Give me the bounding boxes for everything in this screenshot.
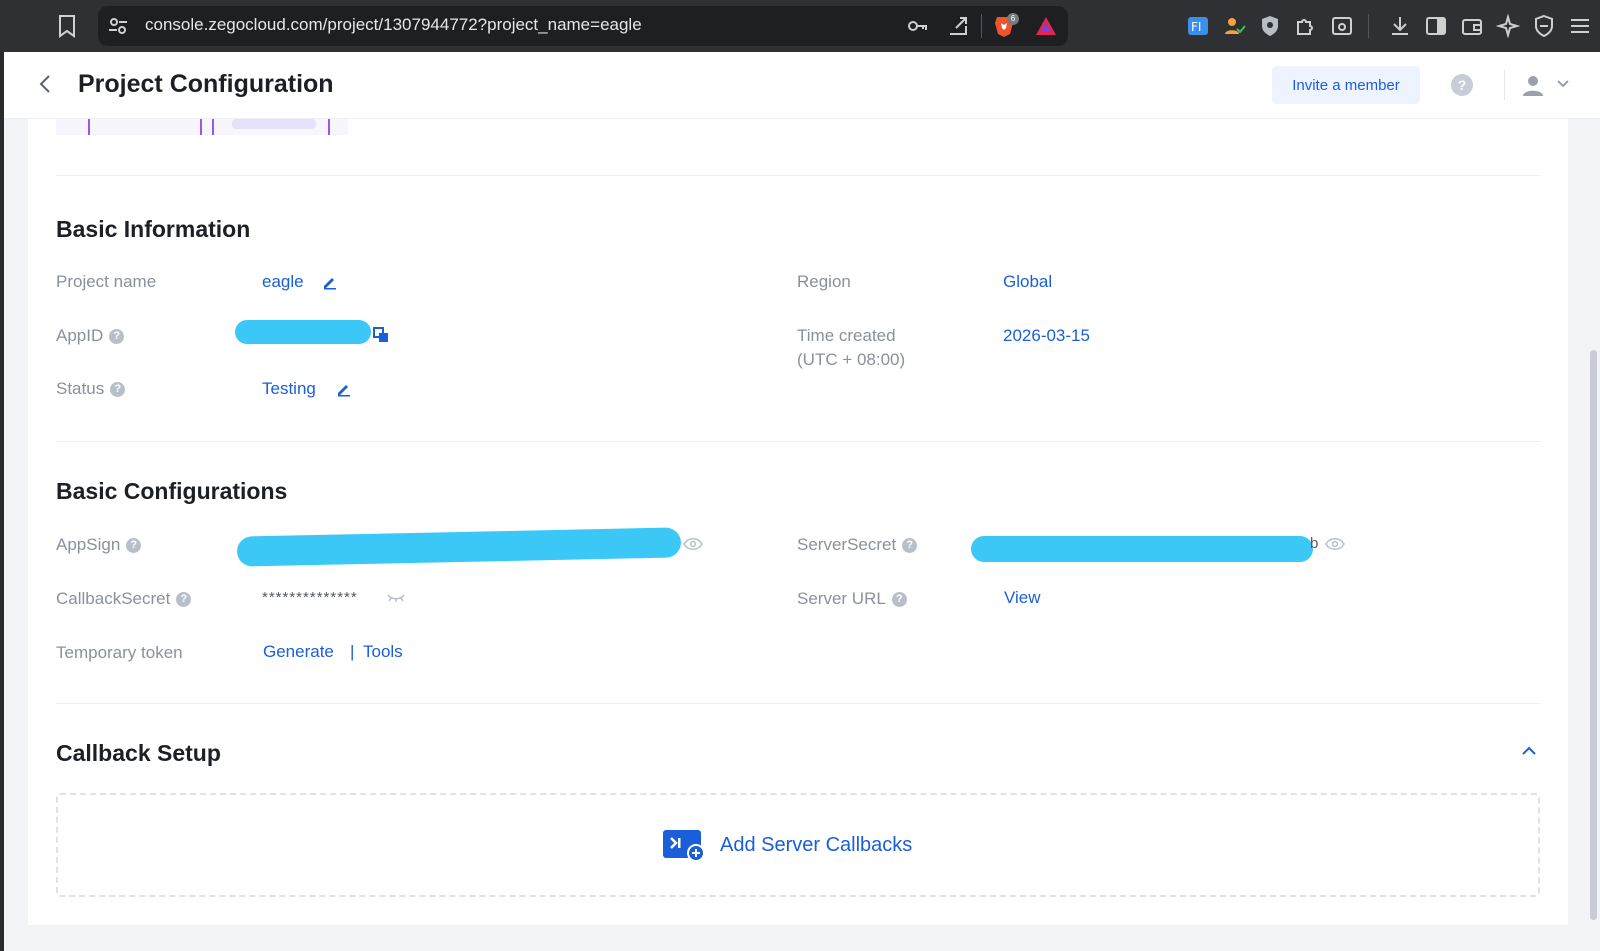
help-icon[interactable]: ?: [1451, 74, 1473, 96]
site-settings-icon[interactable]: [108, 16, 128, 36]
time-created-label: Time created: [797, 326, 896, 345]
eye-icon[interactable]: [1325, 537, 1345, 551]
scrollbar-thumb[interactable]: [1590, 350, 1597, 920]
header-divider: [1504, 70, 1505, 100]
callback-setup-title: Callback Setup: [56, 740, 221, 766]
ai-sparkle-icon[interactable]: [1496, 14, 1520, 38]
puzzle-icon[interactable]: [1294, 14, 1318, 38]
section-divider: [56, 441, 1540, 442]
shield-icon[interactable]: [1258, 14, 1282, 38]
time-created-timezone: (UTC + 08:00): [797, 350, 906, 369]
edit-icon[interactable]: [336, 381, 352, 397]
back-arrow-icon[interactable]: [34, 72, 58, 96]
key-icon[interactable]: [905, 14, 929, 38]
help-icon[interactable]: ?: [176, 592, 192, 607]
generate-link[interactable]: Generate: [263, 642, 334, 662]
callback-secret-value: **************: [262, 589, 358, 606]
menu-icon[interactable]: [1568, 14, 1592, 38]
translate-icon[interactable]: FI: [1186, 14, 1210, 38]
url-text[interactable]: console.zegocloud.com/project/1307944772…: [145, 15, 642, 35]
app-header: Project Configuration Invite a member ?: [4, 52, 1600, 119]
help-icon[interactable]: ?: [126, 538, 142, 553]
vpn-icon[interactable]: [1532, 14, 1556, 38]
server-secret-tail: b: [1310, 535, 1320, 552]
avatar-icon[interactable]: [1520, 72, 1546, 98]
tools-link[interactable]: Tools: [363, 642, 403, 662]
region-value: Global: [1003, 272, 1053, 291]
section-divider: [56, 175, 1540, 176]
callback-secret-label: CallbackSecret?: [56, 589, 192, 609]
bookmark-icon[interactable]: [56, 14, 78, 38]
user-check-icon[interactable]: [1222, 14, 1246, 38]
banner-illustration: [56, 119, 348, 135]
help-icon[interactable]: ?: [891, 592, 907, 607]
eye-closed-icon[interactable]: [386, 592, 406, 604]
help-icon[interactable]: ?: [110, 382, 126, 397]
copy-icon[interactable]: [373, 327, 389, 343]
download-icon[interactable]: [1388, 14, 1412, 38]
server-url-label: Server URL?: [797, 589, 907, 609]
basic-info-title: Basic Information: [56, 216, 251, 242]
status-value: Testing: [262, 379, 316, 398]
help-icon[interactable]: ?: [109, 329, 125, 344]
section-divider: [56, 703, 1540, 704]
invite-member-button[interactable]: Invite a member: [1272, 66, 1420, 104]
add-server-callbacks-label: Add Server Callbacks: [720, 833, 913, 856]
redacted-server-secret: [971, 536, 1313, 562]
appsign-label: AppSign?: [56, 535, 142, 555]
edit-icon[interactable]: [322, 274, 338, 290]
redacted-appid: [235, 320, 371, 344]
region-label: Region: [797, 272, 851, 291]
project-name-value: eagle: [262, 272, 304, 291]
status-label: Status?: [56, 379, 126, 399]
basic-config-title: Basic Configurations: [56, 478, 288, 504]
appid-label: AppID?: [56, 326, 125, 346]
server-secret-label: ServerSecret?: [797, 535, 918, 555]
temp-token-label: Temporary token: [56, 643, 183, 662]
eye-icon[interactable]: [683, 537, 703, 551]
project-name-label: Project name: [56, 272, 157, 291]
add-server-callbacks-button[interactable]: Add Server Callbacks: [663, 828, 912, 862]
chevron-down-icon[interactable]: [1556, 79, 1570, 89]
page-title: Project Configuration: [78, 70, 334, 98]
add-callback-icon: [663, 830, 705, 862]
server-url-view-link[interactable]: View: [1004, 588, 1041, 608]
link-separator: |: [350, 642, 355, 661]
browser-toolbar: console.zegocloud.com/project/1307944772…: [0, 0, 1600, 52]
toolbar-divider: [981, 14, 982, 38]
brave-rewards-icon[interactable]: [1034, 14, 1058, 38]
screenshot-icon[interactable]: [1330, 14, 1354, 38]
share-icon[interactable]: [946, 14, 970, 38]
toolbar-divider: [1368, 14, 1369, 38]
time-created-value: 2026-03-15: [1003, 326, 1090, 345]
svg-text:FI: FI: [1191, 20, 1201, 34]
wallet-icon[interactable]: [1460, 14, 1484, 38]
shield-badge: 6: [1007, 13, 1019, 25]
sidebar-icon[interactable]: [1424, 14, 1448, 38]
help-icon[interactable]: ?: [902, 538, 918, 553]
chevron-up-icon[interactable]: [1520, 744, 1538, 758]
